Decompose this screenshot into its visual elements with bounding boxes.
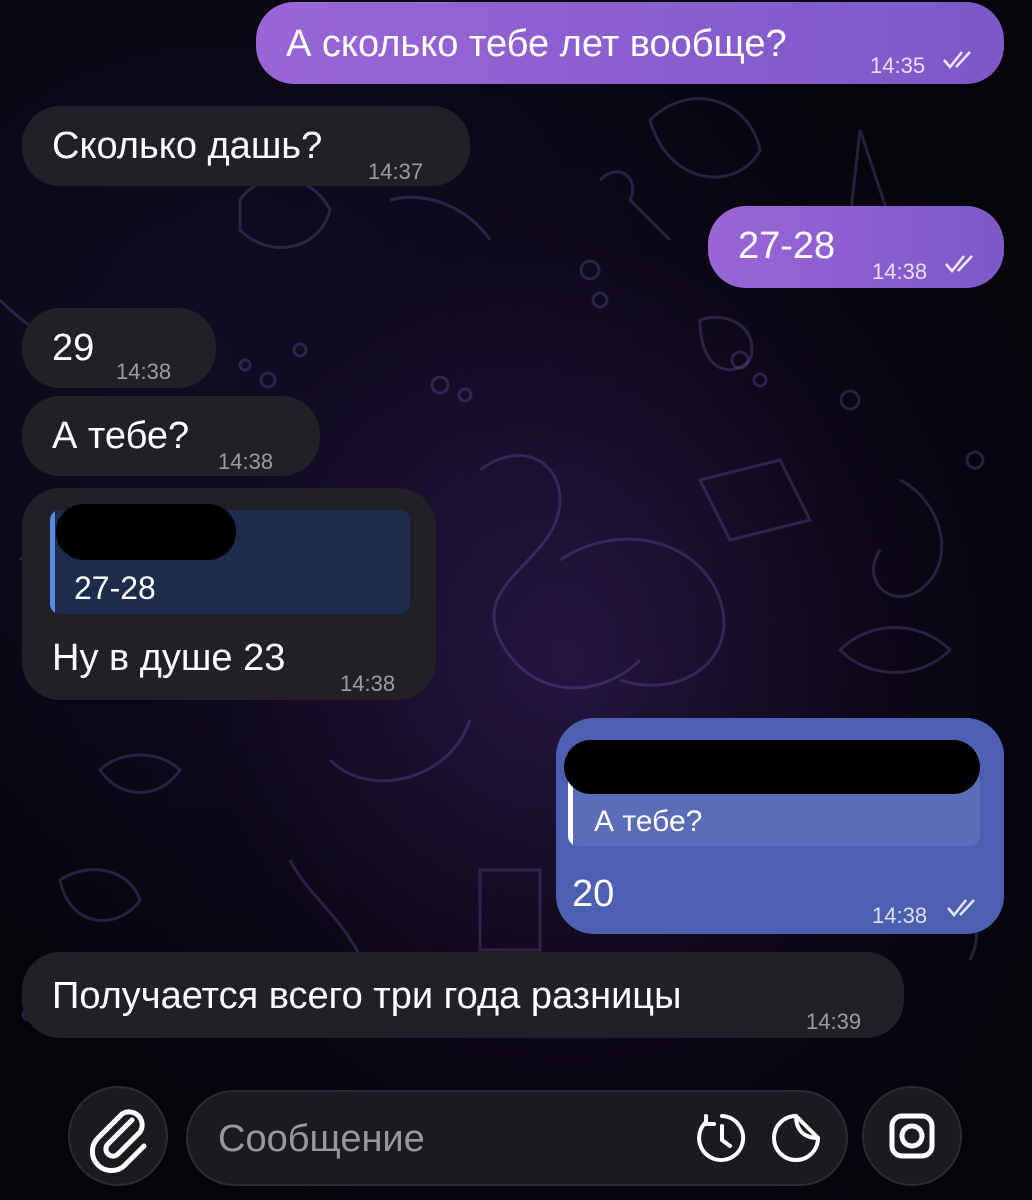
attach-button[interactable] — [68, 1086, 168, 1186]
message-time: 14:37 — [368, 159, 424, 184]
timer-icon[interactable] — [692, 1108, 752, 1168]
message-time: 14:38 — [116, 359, 172, 384]
message-time: 14:38 — [872, 259, 928, 284]
read-checkmarks-icon — [943, 51, 971, 69]
redacted-sender-name — [56, 504, 236, 560]
message-bubble-incoming[interactable]: Получается всего три года разницы 14:39 — [22, 952, 904, 1038]
message-text: 27-28 — [738, 225, 836, 267]
message-input[interactable]: Сообщение — [186, 1090, 848, 1186]
read-checkmarks-icon — [947, 899, 975, 917]
message-time: 14:38 — [340, 671, 396, 696]
message-text: Сколько дашь? — [52, 125, 323, 167]
read-checkmarks-icon — [945, 255, 973, 273]
message-text: 29 — [52, 327, 95, 369]
reply-quote-text: А тебе? — [594, 805, 703, 838]
message-time: 14:39 — [806, 1009, 862, 1034]
paperclip-icon — [89, 1109, 147, 1174]
message-time: 14:35 — [870, 53, 926, 78]
message-time: 14:38 — [872, 903, 928, 928]
message-text: Получается всего три года разницы — [52, 975, 682, 1017]
reply-quote-bar — [50, 510, 55, 614]
message-text: 20 — [572, 873, 615, 915]
message-text: А сколько тебе лет вообще? — [286, 23, 787, 65]
message-bubble-incoming-reply[interactable]: 27-28 Ну в душе 23 14:38 — [22, 488, 436, 700]
message-bubble-outgoing[interactable]: 27-28 14:38 — [708, 206, 1004, 288]
reply-quote-text: 27-28 — [74, 570, 156, 606]
message-bubble-incoming[interactable]: А тебе? 14:38 — [22, 396, 320, 476]
message-bubble-incoming[interactable]: 29 14:38 — [22, 308, 216, 388]
message-text: Ну в душе 23 — [52, 637, 286, 679]
message-bubble-incoming[interactable]: Сколько дашь? 14:37 — [22, 106, 470, 186]
sticker-icon[interactable] — [766, 1108, 826, 1168]
camera-button[interactable] — [862, 1086, 962, 1186]
message-text: А тебе? — [52, 415, 190, 457]
message-bubble-outgoing-reply[interactable]: А тебе? 20 14:38 — [556, 718, 1004, 934]
redacted-sender-name — [564, 740, 980, 794]
message-input-placeholder: Сообщение — [218, 1118, 425, 1160]
camera-icon — [889, 1113, 935, 1159]
message-time: 14:38 — [218, 449, 274, 474]
message-composer: Сообщение — [0, 1060, 1032, 1200]
message-bubble-outgoing[interactable]: А сколько тебе лет вообще? 14:35 — [256, 2, 1004, 84]
